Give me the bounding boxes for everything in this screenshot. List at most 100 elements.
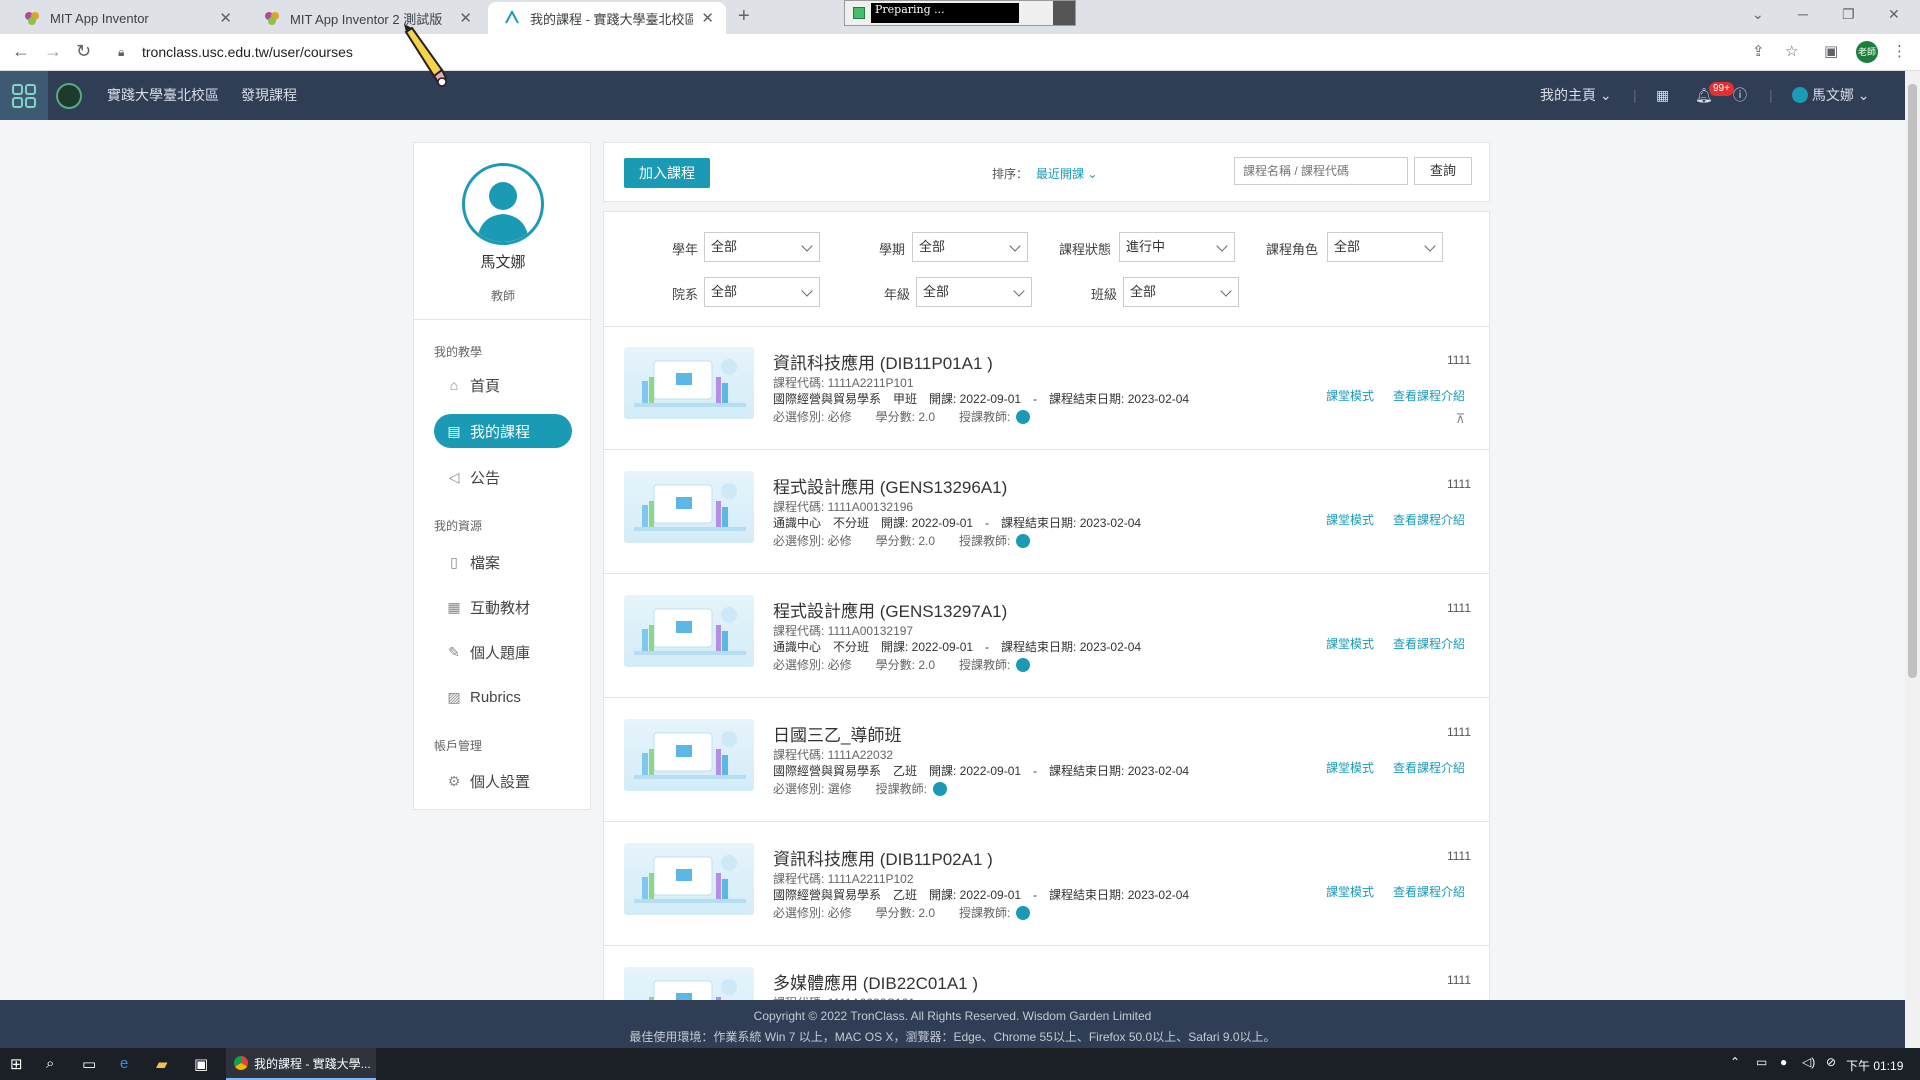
calendar-icon[interactable]: ▦: [1656, 71, 1669, 120]
edge-icon[interactable]: e: [120, 1055, 128, 1072]
classroom-mode-link[interactable]: 課堂模式: [1326, 759, 1374, 776]
brand-link[interactable]: 實踐大學臺北校區: [107, 71, 219, 120]
sidebar-item-courses[interactable]: ▤ 我的課程: [434, 414, 572, 448]
filter-dept-select[interactable]: 全部: [704, 277, 820, 307]
close-tab-icon[interactable]: ✕: [219, 9, 232, 27]
app-grid-icon[interactable]: [0, 71, 48, 120]
url-field[interactable]: 🔒︎ tronclass.usc.edu.tw/user/courses: [118, 38, 1768, 66]
course-title[interactable]: 資訊科技應用 (DIB11P01A1 ): [773, 349, 993, 374]
scrollbar-thumb[interactable]: [1908, 84, 1917, 678]
tray-expand-icon[interactable]: ⌃: [1730, 1055, 1740, 1069]
course-item[interactable]: 資訊科技應用 (DIB11P02A1 ) 課程代碼: 1111A2211P102 國…: [604, 823, 1489, 946]
search-icon[interactable]: ⌕: [46, 1055, 54, 1072]
tab-mit-app-inventor[interactable]: MIT App Inventor ✕: [8, 2, 244, 34]
course-thumbnail[interactable]: [624, 843, 754, 915]
course-thumbnail[interactable]: [624, 719, 754, 791]
close-tab-icon[interactable]: ✕: [701, 9, 714, 27]
restore-icon[interactable]: ❐: [1842, 6, 1855, 23]
ime-icon[interactable]: ⊘: [1826, 1055, 1836, 1069]
teacher-avatar-icon[interactable]: [933, 782, 948, 796]
view-course-intro-link[interactable]: 查看課程介紹: [1393, 635, 1465, 652]
classroom-mode-link[interactable]: 課堂模式: [1326, 635, 1374, 652]
classroom-mode-link[interactable]: 課堂模式: [1326, 883, 1374, 900]
course-title[interactable]: 程式設計應用 (GENS13296A1): [773, 473, 1007, 498]
my-home-dropdown[interactable]: 我的主頁 ⌄: [1540, 71, 1612, 120]
filter-semester-select[interactable]: 全部: [912, 232, 1028, 262]
teacher-avatar-icon[interactable]: [1016, 906, 1031, 920]
forward-icon[interactable]: →: [44, 41, 62, 62]
course-title[interactable]: 日國三乙_導師班: [773, 721, 901, 746]
taskbar-chrome-window[interactable]: 我的課程 - 實踐大學...: [226, 1048, 376, 1080]
view-course-intro-link[interactable]: 查看課程介紹: [1393, 883, 1465, 900]
bell-icon[interactable]: 🔔︎: [1695, 71, 1713, 120]
view-course-intro-link[interactable]: 查看課程介紹: [1393, 511, 1465, 528]
course-thumbnail[interactable]: [624, 967, 754, 1000]
course-title[interactable]: 程式設計應用 (GENS13297A1): [773, 597, 1007, 622]
user-menu[interactable]: 馬文娜 ⌄: [1792, 71, 1870, 120]
sidebar-item-home[interactable]: ⌂ 首頁: [434, 368, 572, 402]
filter-year-select[interactable]: 全部: [704, 232, 820, 262]
minimize-icon[interactable]: ─: [1798, 6, 1808, 22]
sidebar-item-rubrics[interactable]: ▨ Rubrics: [434, 680, 572, 714]
filter-grade-select[interactable]: 全部: [916, 277, 1032, 307]
sidebar-item-label: 公告: [470, 469, 501, 487]
search-button[interactable]: 查詢: [1414, 157, 1472, 185]
share-icon[interactable]: ⇪: [1752, 42, 1765, 60]
file-explorer-icon[interactable]: ▰: [156, 1055, 168, 1073]
course-title[interactable]: 資訊科技應用 (DIB11P02A1 ): [773, 845, 993, 870]
explore-courses-link[interactable]: 發現課程: [241, 71, 297, 120]
filter-role-select[interactable]: 全部: [1327, 232, 1443, 262]
filter-class-select[interactable]: 全部: [1123, 277, 1239, 307]
sidebar-item-interactive[interactable]: ▦ 互動教材: [434, 590, 572, 624]
view-course-intro-link[interactable]: 查看課程介紹: [1393, 387, 1465, 404]
course-search-input[interactable]: [1234, 157, 1408, 185]
store-icon[interactable]: ▣: [194, 1055, 208, 1073]
join-course-button[interactable]: 加入課程: [624, 158, 710, 188]
chart-icon: ▨: [447, 688, 461, 705]
pin-icon[interactable]: ⊼: [1455, 411, 1465, 427]
network-icon[interactable]: ▭: [1756, 1055, 1767, 1069]
windows-start-icon[interactable]: ⊞: [10, 1055, 23, 1073]
sidebar-item-settings[interactable]: ⚙ 個人設置: [434, 764, 572, 798]
new-tab-button[interactable]: +: [738, 5, 750, 28]
course-item[interactable]: 多媒體應用 (DIB22C01A1 )課程代碼: 1111A2222C10111…: [604, 947, 1489, 1000]
bookmark-star-icon[interactable]: ☆: [1785, 42, 1798, 60]
course-thumbnail[interactable]: [624, 595, 754, 667]
sidebar-item-files[interactable]: ▯ 檔案: [434, 545, 572, 579]
help-icon[interactable]: ⓘ: [1733, 71, 1747, 120]
close-window-icon[interactable]: ✕: [1888, 6, 1900, 23]
course-item[interactable]: 程式設計應用 (GENS13296A1) 課程代碼: 1111A00132196 通…: [604, 451, 1489, 574]
teacher-avatar-icon[interactable]: [1016, 658, 1031, 672]
course-title[interactable]: 多媒體應用 (DIB22C01A1 ): [773, 969, 978, 994]
section-account: 帳戶管理: [434, 739, 483, 753]
filter-status-select[interactable]: 進行中: [1119, 232, 1235, 262]
side-panel-icon[interactable]: ▣: [1824, 42, 1838, 60]
course-thumbnail[interactable]: [624, 347, 754, 419]
task-view-icon[interactable]: ▭: [82, 1055, 96, 1073]
sidebar-item-question-bank[interactable]: ✎ 個人題庫: [434, 635, 572, 669]
school-logo-icon[interactable]: [56, 83, 82, 109]
tab-my-courses[interactable]: 我的課程 - 實踐大學臺北校區 ✕: [488, 2, 726, 34]
classroom-mode-link[interactable]: 課堂模式: [1326, 511, 1374, 528]
browser-profile-avatar[interactable]: 老師: [1856, 41, 1878, 63]
settings-icon: ⚙: [447, 772, 461, 789]
course-item[interactable]: 日國三乙_導師班 課程代碼: 1111A22032 國際經營與貿易學系 乙班 開課:…: [604, 699, 1489, 822]
menu-kebab-icon[interactable]: ⋮: [1892, 42, 1907, 60]
sidebar-item-label: 檔案: [470, 554, 501, 572]
reload-icon[interactable]: ↻: [76, 41, 91, 62]
sidebar-item-announcements[interactable]: ◁ 公告: [434, 460, 572, 494]
close-tab-icon[interactable]: ✕: [459, 9, 472, 27]
teacher-avatar-icon[interactable]: [1016, 534, 1031, 548]
volume-icon[interactable]: ◁): [1802, 1055, 1815, 1069]
course-item[interactable]: 資訊科技應用 (DIB11P01A1 ) 課程代碼: 1111A2211P101 國…: [604, 327, 1489, 450]
pencil-cursor-icon: [404, 24, 448, 87]
course-item[interactable]: 程式設計應用 (GENS13297A1) 課程代碼: 1111A00132197 通…: [604, 575, 1489, 698]
teacher-avatar-icon[interactable]: [1016, 410, 1031, 424]
tab-search-icon[interactable]: ⌄: [1752, 6, 1764, 23]
microphone-icon[interactable]: ●: [1780, 1055, 1787, 1069]
sort-dropdown[interactable]: 最近開課 ⌄: [1036, 165, 1097, 182]
classroom-mode-link[interactable]: 課堂模式: [1326, 387, 1374, 404]
view-course-intro-link[interactable]: 查看課程介紹: [1393, 759, 1465, 776]
back-icon[interactable]: ←: [12, 41, 30, 62]
course-thumbnail[interactable]: [624, 471, 754, 543]
